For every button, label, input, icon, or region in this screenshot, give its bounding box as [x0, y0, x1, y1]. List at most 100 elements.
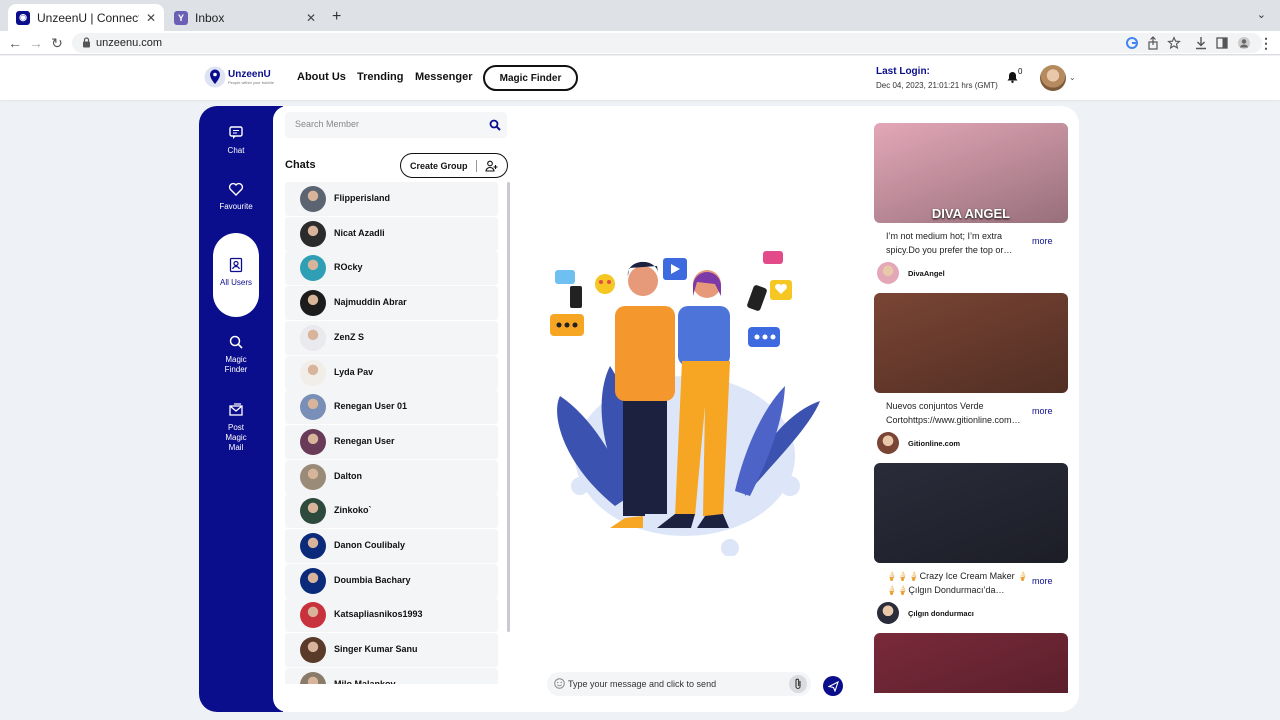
bookmark-star-icon[interactable]: [1167, 36, 1181, 50]
share-icon[interactable]: [1146, 36, 1160, 50]
close-tab-icon[interactable]: ✕: [306, 11, 316, 25]
close-tab-icon[interactable]: ✕: [146, 11, 156, 25]
nav-messenger[interactable]: Messenger: [415, 71, 472, 83]
send-button[interactable]: [823, 676, 843, 696]
chat-list-item[interactable]: Doumbia Bachary: [285, 563, 498, 597]
post-image[interactable]: [874, 633, 1068, 693]
site-logo[interactable]: UnzeenU People within your bubble: [204, 66, 274, 88]
address-bar[interactable]: unzeenu.com: [72, 33, 1262, 53]
post-more-link[interactable]: more: [1032, 406, 1053, 416]
notification-bell-icon[interactable]: [1007, 71, 1018, 83]
chat-list-item[interactable]: ZenZ S: [285, 320, 498, 354]
post-author-name[interactable]: Gitionline.com: [908, 439, 960, 448]
new-tab-button[interactable]: +: [332, 8, 341, 26]
chat-contact-name: Katsapliasnikos1993: [334, 609, 423, 620]
post-image[interactable]: DIVA ANGEL: [874, 123, 1068, 223]
emoji-icon[interactable]: [554, 678, 565, 689]
lock-icon: [83, 37, 90, 48]
browser-toolbar: ← → ↻ unzeenu.com ⋮: [0, 31, 1280, 55]
forward-arrow-icon[interactable]: →: [28, 35, 44, 51]
chat-contact-name: Singer Kumar Sanu: [334, 644, 418, 655]
chat-list-item[interactable]: Lyda Pav: [285, 355, 498, 389]
chat-contact-name: ZenZ S: [334, 331, 365, 342]
inbox-favicon-icon: Y: [174, 10, 188, 25]
sidebar-item-all-users[interactable]: All Users: [213, 233, 259, 317]
browser-tab-unzeenu[interactable]: ◉ UnzeenU | Connect your bubbl ✕: [8, 4, 164, 31]
search-icon[interactable]: [489, 119, 501, 131]
chat-list-item[interactable]: Dalton: [285, 459, 498, 493]
back-arrow-icon[interactable]: ←: [7, 35, 23, 51]
tab-search-chevron-icon[interactable]: ⌄: [1257, 8, 1266, 21]
avatar: [300, 220, 326, 247]
chat-icon: [229, 126, 243, 139]
users-icon: [229, 257, 243, 273]
chat-list-item[interactable]: Danon Coulibaly: [285, 529, 498, 562]
account-icon[interactable]: [1237, 36, 1251, 50]
post-caption: I’m not medium hot; I’m extra spicy.Do y…: [886, 231, 1013, 255]
chat-list-scrollbar[interactable]: [507, 182, 510, 632]
sidebar-item-chat[interactable]: Chat: [199, 125, 273, 156]
profile-chevron-down-icon[interactable]: ⌄: [1069, 73, 1076, 82]
avatar: [300, 671, 326, 684]
nav-trending[interactable]: Trending: [357, 71, 403, 83]
search-member-input[interactable]: Search Member: [285, 112, 507, 138]
message-composer[interactable]: Type your message and click to send: [547, 672, 811, 696]
messenger-sidebar: Chat Favourite All Users Magic Finder Po…: [199, 106, 283, 712]
sidebar-item-label: Post Magic Mail: [225, 423, 247, 452]
site-header: [0, 56, 1280, 100]
post-more-link[interactable]: more: [1032, 576, 1053, 586]
sidebar-item-favourite[interactable]: Favourite: [199, 181, 273, 212]
post-author-avatar[interactable]: [877, 432, 899, 454]
chat-contact-name: Milo Malankov: [334, 678, 396, 684]
nav-about-us[interactable]: About Us: [297, 71, 346, 83]
chat-list-item[interactable]: Singer Kumar Sanu: [285, 633, 498, 667]
chat-list-item[interactable]: Renegan User: [285, 424, 498, 458]
mail-icon: [229, 403, 243, 416]
chat-list-item[interactable]: Zinkoko`: [285, 494, 498, 528]
attach-button[interactable]: [789, 675, 807, 693]
browser-menu-icon[interactable]: ⋮: [1258, 35, 1274, 51]
messenger-panel: Chat Favourite All Users Magic Finder Po…: [199, 106, 1079, 712]
browser-tab-inbox[interactable]: Y Inbox ✕: [166, 4, 324, 31]
create-group-label: Create Group: [410, 160, 468, 171]
post-author-name[interactable]: Çılgın dondurmacı: [908, 609, 974, 618]
chat-contact-name: Renegan User 01: [334, 401, 408, 412]
post-more-link[interactable]: more: [1032, 236, 1053, 246]
chat-list-item[interactable]: Milo Malankov: [285, 667, 498, 684]
profile-avatar[interactable]: [1040, 65, 1066, 91]
post-image-text: DIVA ANGEL: [931, 206, 1011, 221]
download-icon[interactable]: [1194, 36, 1208, 50]
chat-list: Flipperisland Nicat Azadli ROcky Najmuddin …: [285, 182, 501, 684]
sidebar-item-magic-finder[interactable]: Magic Finder: [199, 334, 273, 375]
chat-list-item[interactable]: Katsapliasnikos1993: [285, 598, 498, 632]
chat-list-item[interactable]: Flipperisland: [285, 182, 498, 215]
sidebar-item-label: Magic Finder: [224, 355, 248, 374]
magic-finder-button[interactable]: Magic Finder: [483, 65, 578, 91]
location-pin-logo-icon: [204, 66, 226, 88]
chat-list-item[interactable]: ROcky: [285, 251, 498, 285]
chat-list-item[interactable]: Najmuddin Abrar: [285, 286, 498, 320]
chat-contact-name: Lyda Pav: [334, 366, 374, 377]
post-author-avatar[interactable]: [877, 262, 899, 284]
sidebar-item-post-magic-mail[interactable]: Post Magic Mail: [199, 402, 273, 453]
browser-tab-bar: ◉ UnzeenU | Connect your bubbl ✕ Y Inbox…: [0, 0, 1280, 31]
last-login-label: Last Login:: [876, 66, 930, 77]
heart-icon: [228, 182, 244, 196]
avatar: [300, 255, 326, 282]
post-author-avatar[interactable]: [877, 602, 899, 624]
avatar: [300, 394, 326, 421]
avatar: [300, 290, 326, 317]
avatar: [300, 463, 326, 490]
chat-list-item[interactable]: Renegan User 01: [285, 390, 498, 424]
post-author-name[interactable]: DivaAngel: [908, 269, 945, 278]
avatar: [300, 533, 326, 559]
post-image[interactable]: [874, 293, 1068, 393]
create-group-button[interactable]: Create Group: [400, 153, 508, 178]
post-image[interactable]: [874, 463, 1068, 563]
side-panel-icon[interactable]: [1215, 36, 1229, 50]
chat-list-item[interactable]: Nicat Azadli: [285, 216, 498, 250]
reload-icon[interactable]: ↻: [49, 35, 65, 51]
avatar: [300, 324, 326, 351]
google-icon[interactable]: [1125, 36, 1139, 50]
tab-title: Inbox: [195, 10, 225, 25]
